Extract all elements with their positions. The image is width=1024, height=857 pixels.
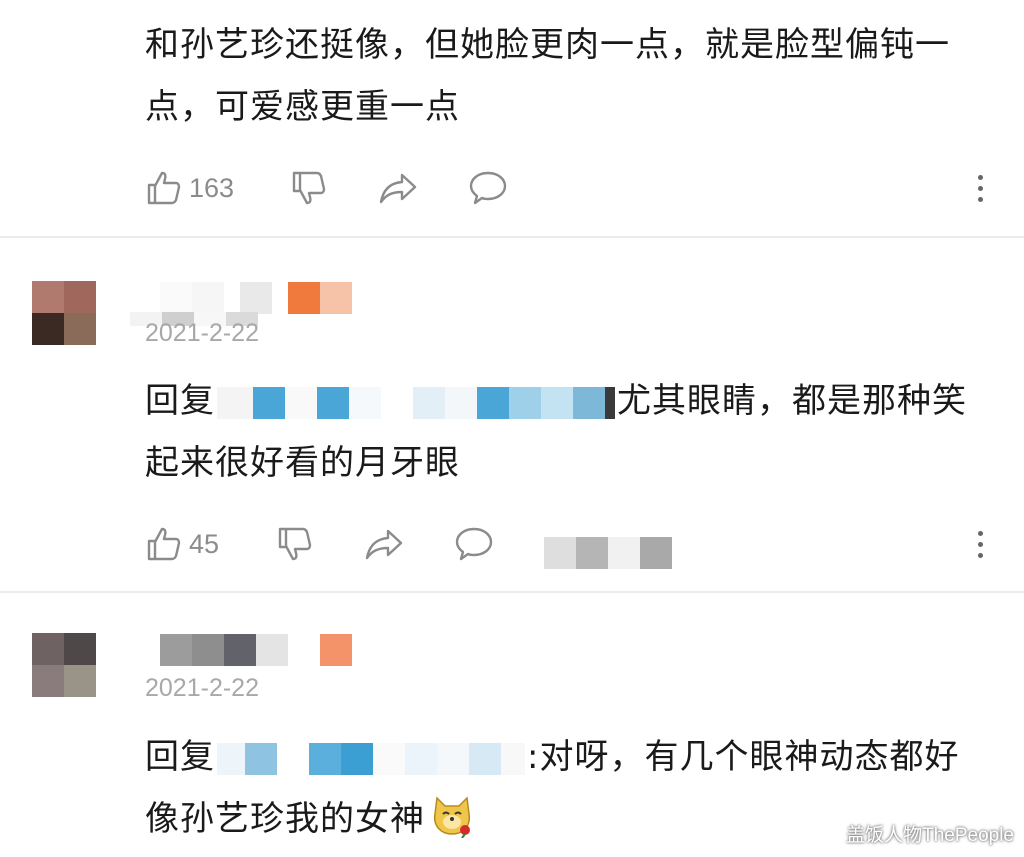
reply-count-blurred[interactable] xyxy=(544,537,672,569)
comment-2-dislike-button[interactable] xyxy=(276,522,314,566)
share-arrow-icon xyxy=(365,529,403,560)
comment-bubble-icon xyxy=(455,527,493,561)
username-blurred[interactable] xyxy=(160,282,272,314)
comment-2-share-button[interactable] xyxy=(364,522,404,566)
username-blurred[interactable] xyxy=(160,634,288,666)
thumbs-up-icon xyxy=(147,527,181,561)
thumbs-up-icon xyxy=(147,171,181,205)
level-badge xyxy=(288,282,352,314)
level-badge xyxy=(320,634,352,666)
reply-prefix: 回复 xyxy=(145,381,215,421)
thumbs-down-icon xyxy=(292,171,326,205)
comment-bubble-icon xyxy=(469,171,507,205)
comment-2-reply-button[interactable] xyxy=(454,522,494,566)
more-vertical-icon xyxy=(977,174,983,180)
comment-2-like-button[interactable]: 45 xyxy=(145,522,219,566)
comment-1-text: 和孙艺珍还挺像，但她脸更肉一点，就是脸型偏钝一点，可爱感更重一点 xyxy=(145,25,950,127)
comment-2-text: 回复 尤其眼睛，都是那种笑起来很好看的月牙眼 xyxy=(145,370,985,494)
comment-date: 2021-2-22 xyxy=(145,319,259,347)
more-vertical-icon xyxy=(977,530,983,536)
comment-1-reply-button[interactable] xyxy=(468,166,508,210)
divider xyxy=(0,591,1024,593)
avatar[interactable] xyxy=(32,633,96,697)
comment-1-more-button[interactable] xyxy=(970,166,990,210)
divider xyxy=(0,236,1024,238)
comment-date: 2021-2-22 xyxy=(145,674,259,702)
reply-target-blurred[interactable] xyxy=(217,386,615,419)
avatar[interactable] xyxy=(32,281,96,345)
watermark: 盖饭人物ThePeople xyxy=(846,825,1014,846)
comment-1-dislike-button[interactable] xyxy=(290,166,328,210)
thumbs-down-icon xyxy=(278,527,312,561)
comment-1-like-button[interactable]: 163 xyxy=(145,166,234,210)
comment-2-more-button[interactable] xyxy=(970,522,990,566)
like-count: 163 xyxy=(189,172,235,203)
share-arrow-icon xyxy=(379,173,417,204)
reply-target-blurred[interactable] xyxy=(217,742,525,775)
dog-face-with-rose-emoji xyxy=(433,796,471,838)
reply-prefix: 回复 xyxy=(145,737,215,777)
like-count: 45 xyxy=(189,528,220,559)
comment-1-share-button[interactable] xyxy=(378,166,418,210)
